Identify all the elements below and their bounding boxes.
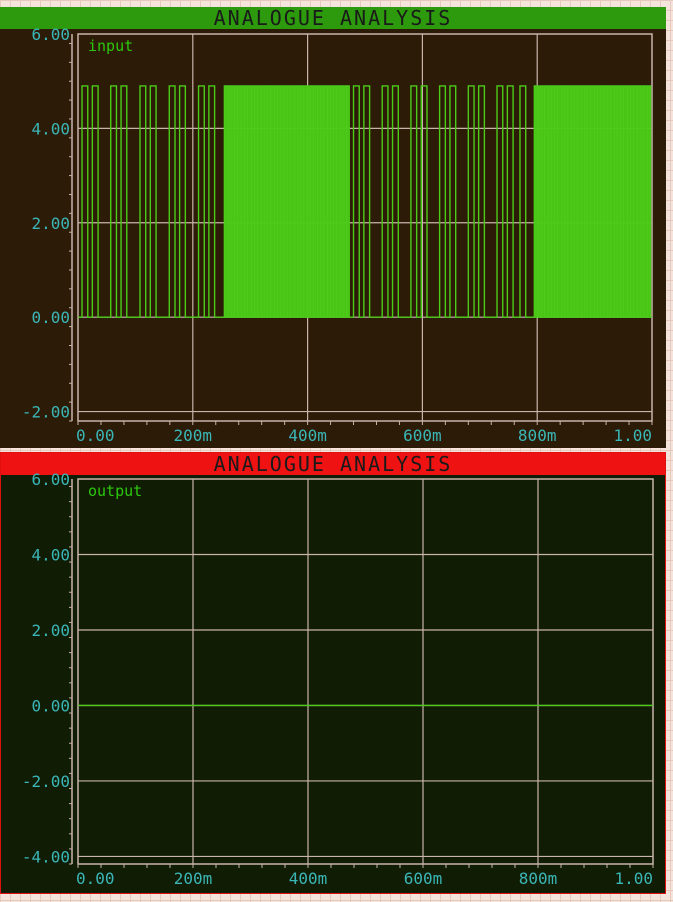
y-tick-label: 2.00 bbox=[31, 214, 70, 233]
series-label: output bbox=[88, 482, 142, 500]
x-tick-label: 1.00 bbox=[614, 869, 653, 888]
x-tick-label: 600m bbox=[403, 426, 442, 445]
x-tick-label: 400m bbox=[288, 426, 327, 445]
x-tick-label: 800m bbox=[518, 426, 557, 445]
x-tick-label: 200m bbox=[174, 869, 213, 888]
x-tick-label: 0.00 bbox=[76, 869, 115, 888]
output-plot: 6.00 4.00 2.00 0.00 -2.00 -4.00 0.00 200m 400m 60… bbox=[22, 470, 654, 888]
series-line-input bbox=[78, 85, 652, 318]
y-tick-label: 6.00 bbox=[31, 25, 70, 44]
y-tick-label: -2.00 bbox=[22, 772, 70, 791]
x-tick-label: 0.00 bbox=[76, 426, 115, 445]
y-tick-label: 4.00 bbox=[31, 119, 70, 138]
x-tick-label: 800m bbox=[519, 869, 558, 888]
x-tick-label: 200m bbox=[174, 426, 213, 445]
x-tick-label: 400m bbox=[289, 869, 328, 888]
y-tick-label: 0.00 bbox=[31, 308, 70, 327]
plot-frame bbox=[77, 478, 654, 865]
y-tick-label: 6.00 bbox=[31, 470, 70, 489]
y-tick-label: -4.00 bbox=[22, 847, 70, 866]
y-tick-label: 4.00 bbox=[31, 545, 70, 564]
input-plot: 6.00 4.00 2.00 0.00 -2.00 0.00 200m 400m 600m 800… bbox=[22, 25, 653, 445]
x-tick-label: 600m bbox=[404, 869, 443, 888]
y-tick-label: 2.00 bbox=[31, 621, 70, 640]
series-label: input bbox=[88, 37, 133, 55]
y-tick-label: -2.00 bbox=[22, 403, 70, 422]
x-tick-label: 1.00 bbox=[613, 426, 652, 445]
output-graph-panel: ANALOGUE ANALYSIS 6.00 4.00 2.00 0.00 -2.00-… bbox=[0, 452, 666, 894]
input-graph-panel: ANALOGUE ANALYSIS 6.00 4.00 2.00 0.00 -2.00 0… bbox=[0, 7, 666, 448]
y-tick-label: 0.00 bbox=[31, 696, 70, 715]
